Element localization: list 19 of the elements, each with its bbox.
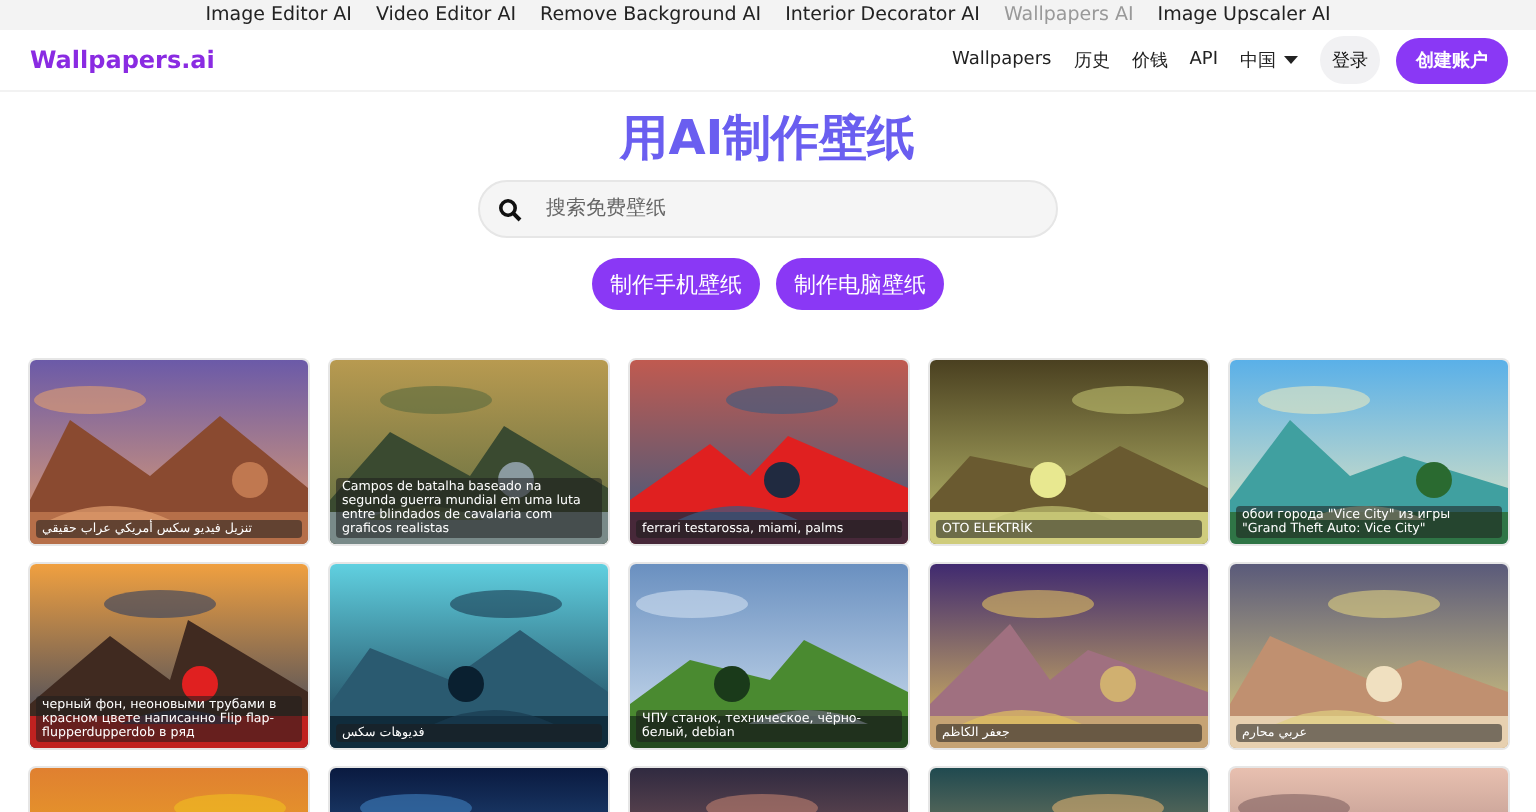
search-icon <box>498 198 522 222</box>
language-dropdown[interactable]: 中国 <box>1240 47 1298 73</box>
login-button[interactable]: 登录 <box>1320 36 1380 84</box>
signup-button[interactable]: 创建账户 <box>1396 37 1508 83</box>
page-title: 用AI制作壁纸 <box>620 108 916 168</box>
create-wallpaper-button[interactable]: 制作手机壁纸 <box>592 258 760 310</box>
logo[interactable]: Wallpapers.ai <box>30 46 215 74</box>
product-link[interactable]: Remove Background AI <box>540 0 762 30</box>
nav-link[interactable]: 价钱 <box>1131 47 1168 73</box>
product-link[interactable]: Image Editor AI <box>205 0 352 30</box>
product-link[interactable]: Interior Decorator AI <box>785 0 980 30</box>
search-field[interactable]: 搜索免费壁纸 <box>478 180 1058 238</box>
nav-link[interactable]: API <box>1189 50 1218 70</box>
nav-link[interactable]: Wallpapers <box>952 50 1052 70</box>
caret-icon <box>1284 56 1298 64</box>
product-link[interactable]: Video Editor AI <box>375 0 517 30</box>
nav-link[interactable]: 历史 <box>1073 47 1110 73</box>
product-link[interactable]: Image Upscaler AI <box>1157 0 1331 30</box>
create-wallpaper-button[interactable]: 制作电脑壁纸 <box>776 258 944 310</box>
